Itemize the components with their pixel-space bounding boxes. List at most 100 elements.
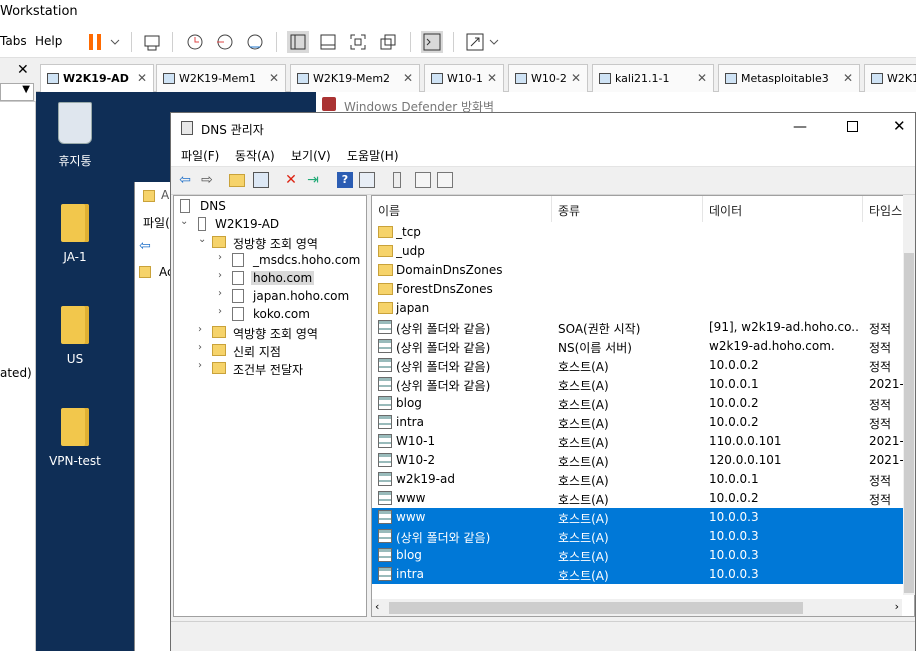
dns-title-bar[interactable]: DNS 관리자 — ✕	[171, 113, 915, 143]
desktop-folder-vpn-test[interactable]: VPN-test	[40, 408, 110, 468]
toolbar-divider	[172, 32, 173, 52]
close-icon[interactable]: ✕	[269, 71, 279, 85]
chevron-right-icon[interactable]: ›	[218, 306, 228, 317]
column-header-data[interactable]: 데이터	[703, 196, 863, 222]
desktop-recycle-bin[interactable]: 휴지통	[40, 102, 110, 169]
show-hide-tree-icon[interactable]	[253, 172, 269, 188]
snapshot-icon[interactable]	[184, 31, 206, 53]
delete-icon[interactable]: ✕	[283, 172, 299, 188]
sidebar-view-icon[interactable]	[287, 31, 309, 53]
terminal-icon[interactable]	[421, 31, 443, 53]
fullscreen-icon[interactable]	[347, 31, 369, 53]
scroll-left-icon[interactable]: ‹	[375, 600, 379, 613]
properties-icon[interactable]	[359, 172, 375, 188]
snapshot-manager-icon[interactable]	[244, 31, 266, 53]
refresh-icon[interactable]	[437, 172, 453, 188]
list-item-folder[interactable]: japan	[372, 299, 914, 318]
pause-icon[interactable]	[85, 31, 107, 53]
table-row[interactable]: www 호스트(A) 10.0.0.2 정적	[372, 489, 914, 508]
chevron-down-icon[interactable]	[487, 31, 509, 53]
chevron-down-icon[interactable]	[108, 31, 130, 53]
tab-w2k19-mem2[interactable]: W2K19-Mem2 ✕	[290, 64, 420, 92]
close-icon[interactable]: ✕	[137, 71, 147, 85]
chevron-right-icon[interactable]: ›	[218, 288, 228, 299]
console-view-icon[interactable]	[317, 31, 339, 53]
table-row[interactable]: (상위 폴더와 같음) SOA(권한 시작) [91], w2k19-ad.hoho…	[372, 318, 914, 337]
table-row[interactable]: (상위 폴더와 같음) 호스트(A) 10.0.0.1 2021-0	[372, 375, 914, 394]
up-folder-icon[interactable]	[229, 174, 245, 187]
chevron-right-icon[interactable]: ›	[218, 270, 228, 281]
chevron-down-icon[interactable]: ⌄	[198, 234, 208, 245]
menu-tabs[interactable]: Tabs	[0, 34, 27, 48]
chevron-right-icon[interactable]: ›	[198, 324, 208, 335]
tab-w10-2[interactable]: W10-2 ✕	[508, 64, 588, 92]
table-row[interactable]: (상위 폴더와 같음) 호스트(A) 10.0.0.3	[372, 527, 914, 546]
back-icon[interactable]: ⇦	[177, 172, 193, 188]
tab-label: W10-2	[531, 72, 567, 85]
scroll-right-icon[interactable]: ›	[895, 600, 899, 613]
help-icon[interactable]: ?	[337, 172, 353, 188]
back-arrow-icon[interactable]: ⇦	[139, 238, 151, 254]
column-header-type[interactable]: 종류	[552, 196, 703, 222]
menu-file[interactable]: 파일(F)	[181, 147, 219, 164]
dns-record-icon	[378, 548, 392, 562]
forward-icon[interactable]: ⇨	[199, 172, 215, 188]
server-icon[interactable]	[393, 172, 401, 188]
chevron-right-icon[interactable]: ›	[198, 360, 208, 371]
close-icon[interactable]: ✕	[893, 117, 906, 135]
close-icon[interactable]: ✕	[487, 71, 497, 85]
zone-icon	[232, 271, 244, 285]
send-keys-icon[interactable]	[142, 31, 164, 53]
tab-w2k19-mem1[interactable]: W2K19-Mem1 ✕	[156, 64, 286, 92]
table-row[interactable]: W10-1 호스트(A) 110.0.0.101 2021-0	[372, 432, 914, 451]
dns-record-icon	[378, 339, 392, 353]
close-icon[interactable]: ✕	[843, 71, 853, 85]
list-item-folder[interactable]: _tcp	[372, 223, 914, 242]
dns-manager-window[interactable]: DNS 관리자 — ✕ 파일(F) 동작(A) 보기(V) 도움말(H) ⇦ ⇨…	[170, 112, 916, 651]
revert-snapshot-icon[interactable]	[214, 31, 236, 53]
list-item-folder[interactable]: DomainDnsZones	[372, 261, 914, 280]
table-row[interactable]: (상위 폴더와 같음) 호스트(A) 10.0.0.2 정적	[372, 356, 914, 375]
close-icon[interactable]: ✕	[17, 62, 29, 78]
tab-metasploitable3[interactable]: Metasploitable3 ✕	[718, 64, 860, 92]
cell-data: 10.0.0.3	[709, 567, 759, 581]
list-item-folder[interactable]: _udp	[372, 242, 914, 261]
chevron-right-icon[interactable]: ›	[218, 252, 228, 263]
vertical-scroll-thumb[interactable]	[904, 253, 914, 593]
stretch-icon[interactable]	[464, 31, 486, 53]
chevron-right-icon[interactable]: ›	[198, 342, 208, 353]
close-icon[interactable]: ✕	[403, 71, 413, 85]
export-icon[interactable]: ⇥	[305, 172, 321, 188]
menu-help[interactable]: 도움말(H)	[347, 147, 399, 164]
chevron-down-icon[interactable]: ⌄	[180, 216, 190, 227]
tab-w2k19-ad[interactable]: W2K19-AD ✕	[40, 64, 154, 92]
table-row[interactable]: www 호스트(A) 10.0.0.3	[372, 508, 914, 527]
table-row[interactable]: w2k19-ad 호스트(A) 10.0.0.1 정적	[372, 470, 914, 489]
tab-kali[interactable]: kali21.1-1 ✕	[592, 64, 714, 92]
horizontal-scroll-thumb[interactable]	[389, 602, 803, 614]
table-row[interactable]: (상위 폴더와 같음) NS(이름 서버) w2k19-ad.hoho.com. 정적	[372, 337, 914, 356]
tab-w10-1[interactable]: W10-1 ✕	[424, 64, 504, 92]
explorer-menu-file[interactable]: 파일(	[143, 214, 170, 231]
unity-icon[interactable]	[377, 31, 399, 53]
list-item-folder[interactable]: ForestDnsZones	[372, 280, 914, 299]
table-row[interactable]: blog 호스트(A) 10.0.0.3	[372, 546, 914, 565]
chevron-down-icon[interactable]: ▼	[22, 84, 30, 95]
column-header-name[interactable]: 이름	[372, 196, 552, 222]
maximize-icon[interactable]	[847, 121, 858, 132]
library-search-input[interactable]: ▼	[0, 83, 34, 101]
desktop-folder-ja-1[interactable]: JA-1	[40, 204, 110, 264]
minimize-icon[interactable]: —	[793, 119, 807, 135]
tab-w2k1[interactable]: W2K1	[864, 64, 916, 92]
menu-help[interactable]: Help	[35, 34, 62, 48]
menu-action[interactable]: 동작(A)	[235, 147, 275, 164]
menu-view[interactable]: 보기(V)	[291, 147, 331, 164]
table-row[interactable]: intra 호스트(A) 10.0.0.3	[372, 565, 914, 584]
close-icon[interactable]: ✕	[697, 71, 707, 85]
desktop-folder-us[interactable]: US	[40, 306, 110, 366]
close-icon[interactable]: ✕	[571, 71, 581, 85]
table-row[interactable]: blog 호스트(A) 10.0.0.2 정적	[372, 394, 914, 413]
table-row[interactable]: intra 호스트(A) 10.0.0.2 정적	[372, 413, 914, 432]
table-row[interactable]: W10-2 호스트(A) 120.0.0.101 2021-0	[372, 451, 914, 470]
list-icon[interactable]	[415, 172, 431, 188]
